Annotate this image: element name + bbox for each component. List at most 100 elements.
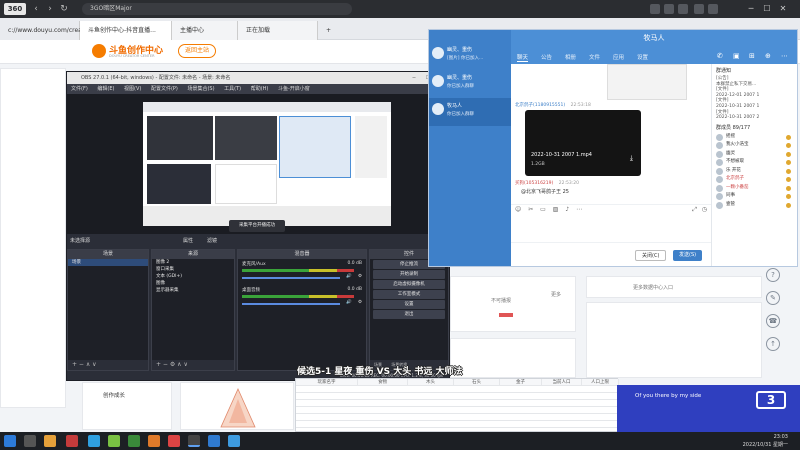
conversation-item[interactable]: 幽灵、重伤 你已加入群聊 <box>429 70 511 98</box>
video-file-message[interactable]: 2022-10-31 2007 1.mp4 1.2GB ⤓ <box>525 110 641 176</box>
app-icon[interactable] <box>108 435 120 447</box>
member-item[interactable]: 摇摇 <box>716 133 793 142</box>
image-message-thumb[interactable] <box>607 64 687 100</box>
member-item[interactable]: 我火小浩宝 <box>716 141 793 150</box>
emoji-icon[interactable]: ☺ <box>515 206 521 213</box>
gear-icon[interactable]: ⚙ <box>358 274 362 279</box>
preview-canvas[interactable] <box>143 102 391 226</box>
forward-icon[interactable]: › <box>44 3 56 15</box>
source-item[interactable]: 图像 <box>152 280 234 287</box>
chat-taskbar-icon[interactable] <box>208 435 220 447</box>
menu-icon[interactable] <box>708 4 718 14</box>
app-icon[interactable] <box>168 435 180 447</box>
mic-icon[interactable]: ♪ <box>565 206 569 213</box>
group-notice-body[interactable]: [公告] 本群禁止私下交易... [文件] 2022-12-01 2007 1 … <box>716 76 793 121</box>
extension-icon[interactable] <box>664 4 674 14</box>
settings-button[interactable]: 设置 <box>373 300 445 309</box>
tab-anchor[interactable]: 主播中心 <box>172 21 238 40</box>
source-item[interactable]: 图像 2 <box>152 259 234 266</box>
tab-creator[interactable]: 斗鱼创作中心-抖音直播... <box>80 21 172 40</box>
menu-scene-collection[interactable]: 场景集合(S) <box>187 86 214 92</box>
feedback-icon[interactable]: ✎ <box>766 291 780 305</box>
app-icon[interactable] <box>66 435 78 447</box>
menu-profile[interactable]: 配置文件(P) <box>151 86 178 92</box>
menu-douyu[interactable]: 斗鱼-开启小窗 <box>278 86 310 92</box>
source-item[interactable]: 文本 (GDI+) <box>152 273 234 280</box>
phone-icon[interactable]: ✆ <box>717 52 723 60</box>
app-icon[interactable] <box>228 435 240 447</box>
tab-chat[interactable]: 聊天 <box>517 53 529 62</box>
more-link[interactable]: 更多 <box>551 291 561 298</box>
send-button[interactable]: 发送(S) <box>673 250 703 261</box>
menu-view[interactable]: 视图(V) <box>124 86 141 92</box>
tab-settings[interactable]: 设置 <box>637 53 648 61</box>
app-icon[interactable] <box>148 435 160 447</box>
virtual-camera-button[interactable]: 启动虚拟摄像机 <box>373 280 445 289</box>
minimize-icon[interactable]: ─ <box>744 2 758 16</box>
upload-icon[interactable]: ↑ <box>766 337 780 351</box>
back-home-button[interactable]: 返回主站 <box>178 44 216 58</box>
new-tab-button[interactable]: + <box>318 21 334 40</box>
browser-icon[interactable] <box>88 435 100 447</box>
member-item[interactable]: 一颗小番茄 <box>716 184 793 193</box>
taskbar-clock[interactable]: 23:03 2022/10/31 星期一 <box>743 433 788 449</box>
history-icon[interactable]: ◷ <box>702 205 707 215</box>
tab-apps[interactable]: 应用 <box>613 53 624 61</box>
start-record-button[interactable]: 开始录制 <box>373 270 445 279</box>
back-icon[interactable]: ‹ <box>30 3 42 15</box>
add-member-icon[interactable]: ⊕ <box>765 52 771 60</box>
app-icon[interactable] <box>128 435 140 447</box>
help-icon[interactable]: ? <box>766 268 780 282</box>
sender-name[interactable]: 买狗(105316219) 22:53:20 <box>515 180 579 186</box>
refresh-icon[interactable]: ↻ <box>58 3 70 15</box>
download-icon[interactable]: ⤓ <box>630 154 633 163</box>
member-item[interactable]: 不想被取 <box>716 158 793 167</box>
extension-icon[interactable] <box>694 4 704 14</box>
exit-button[interactable]: 退出 <box>373 310 445 319</box>
volume-slider[interactable] <box>242 303 340 305</box>
menu-file[interactable]: 文件(F) <box>71 86 88 92</box>
sender-name[interactable]: 北京鸽子(1180915551) 22:53:18 <box>515 102 591 108</box>
window-title-field[interactable]: 3GO暗区Major <box>82 3 352 15</box>
maximize-icon[interactable]: ☐ <box>760 2 774 16</box>
avatar[interactable] <box>678 4 688 14</box>
speaker-icon[interactable]: 🔊 <box>346 274 352 279</box>
image-icon[interactable]: ▨ <box>553 206 559 213</box>
member-item[interactable]: 乐 开花 <box>716 167 793 176</box>
tab-loading[interactable]: 正在加载 <box>238 21 318 40</box>
service-icon[interactable]: ☎ <box>766 314 780 328</box>
more-data-link[interactable]: 更多数据中心入口 <box>633 284 673 291</box>
video-call-icon[interactable]: ▣ <box>733 52 740 60</box>
member-item[interactable]: 壹管 <box>716 201 793 210</box>
obs-preview[interactable]: 采集平台开播成功 <box>67 94 449 234</box>
obs-taskbar-icon[interactable] <box>188 435 200 447</box>
menu-edit[interactable]: 编辑(E) <box>97 86 114 92</box>
page-logo[interactable]: 斗鱼创作中心 DOUYU CREATOR CENTER <box>92 43 166 61</box>
browser-logo[interactable]: 360 <box>4 3 26 15</box>
speaker-icon[interactable]: 🔊 <box>346 300 352 305</box>
more-icon[interactable]: ⋯ <box>781 52 788 60</box>
source-item[interactable]: 窗口采集 <box>152 266 234 273</box>
menu-tools[interactable]: 工具(T) <box>224 86 241 92</box>
more-data-card[interactable]: 更多数据中心入口 <box>586 276 762 298</box>
menu-help[interactable]: 帮助(H) <box>251 86 269 92</box>
message-input[interactable] <box>511 216 711 242</box>
filters-button[interactable]: 滤镜 <box>207 235 217 247</box>
address-bar[interactable]: c://www.douyu.com/creator <box>0 21 90 40</box>
conversation-item[interactable]: 幽灵、重伤 [图片] 你已加入... <box>429 42 511 70</box>
tab-notice[interactable]: 公告 <box>541 53 552 61</box>
scene-item[interactable]: 场景 <box>68 259 148 266</box>
tab-album[interactable]: 相册 <box>565 53 576 61</box>
close-button[interactable]: 关闭(C) <box>635 250 667 261</box>
conversation-item-active[interactable]: 牧马人 你已加入群聊 <box>429 98 511 126</box>
start-icon[interactable] <box>4 435 16 447</box>
studio-mode-button[interactable]: 工作室模式 <box>373 290 445 299</box>
member-item[interactable]: 幽灵 <box>716 150 793 159</box>
screen-share-icon[interactable]: ⊞ <box>749 52 755 60</box>
properties-button[interactable]: 属性 <box>183 235 193 247</box>
file-icon[interactable]: ▭ <box>540 206 546 213</box>
member-item[interactable]: 同事 <box>716 192 793 201</box>
extension-icon[interactable] <box>650 4 660 14</box>
more-icon[interactable]: ⋯ <box>576 206 582 213</box>
minimize-icon[interactable]: ─ <box>407 72 421 84</box>
